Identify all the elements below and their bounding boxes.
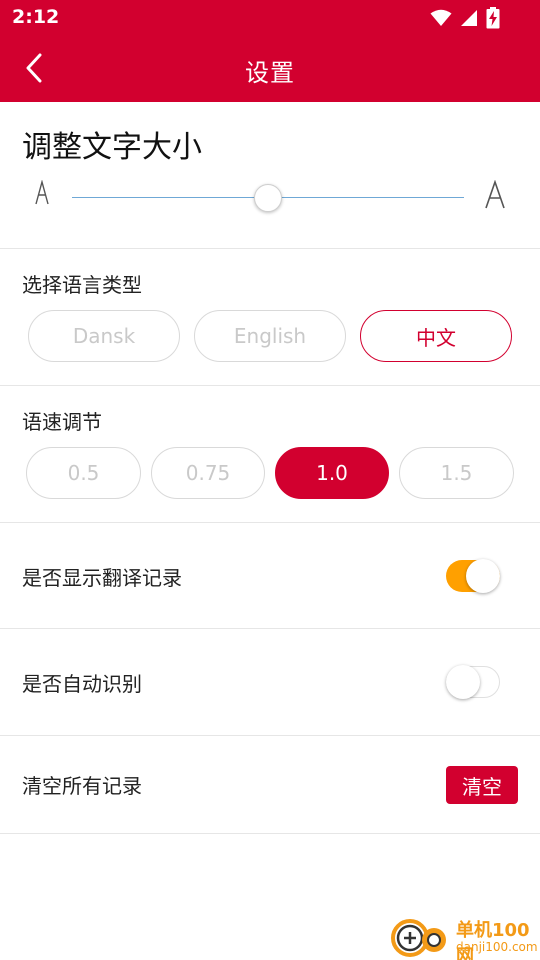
status-icons [430, 7, 500, 29]
speed-option-1-5[interactable]: 1.5 [399, 447, 514, 499]
language-option-english[interactable]: English [194, 310, 346, 362]
language-section: 选择语言类型 Dansk English 中文 [0, 249, 540, 386]
show-history-label: 是否显示翻译记录 [22, 566, 182, 590]
show-history-row: 是否显示翻译记录 [0, 523, 540, 629]
page-title: 设置 [245, 59, 295, 87]
font-size-slider-thumb[interactable] [254, 184, 282, 212]
clear-records-row: 清空所有记录 清空 [0, 736, 540, 834]
font-large-icon [484, 179, 506, 214]
app-bar: 设置 [0, 36, 540, 102]
font-size-title: 调整文字大小 [22, 130, 202, 165]
watermark-url: danji100.com [456, 940, 538, 954]
language-option-chinese[interactable]: 中文 [360, 310, 512, 362]
wifi-icon [430, 9, 452, 27]
battery-charging-icon [486, 7, 500, 29]
speed-option-0-75[interactable]: 0.75 [151, 447, 265, 499]
auto-detect-toggle[interactable] [446, 665, 500, 699]
auto-detect-row: 是否自动识别 [0, 629, 540, 736]
status-time: 2:12 [12, 6, 60, 28]
status-bar: 2:12 [0, 0, 540, 36]
auto-detect-label: 是否自动识别 [22, 672, 142, 696]
watermark: 单机100网 danji100.com [390, 914, 540, 960]
clear-button[interactable]: 清空 [446, 766, 518, 804]
speed-option-1-0[interactable]: 1.0 [275, 447, 389, 499]
font-small-icon [34, 179, 50, 210]
speed-option-0-5[interactable]: 0.5 [26, 447, 141, 499]
watermark-logo-icon [390, 916, 452, 960]
speed-section: 语速调节 0.5 0.75 1.0 1.5 [0, 386, 540, 523]
font-size-section: 调整文字大小 [0, 102, 540, 249]
language-label: 选择语言类型 [22, 273, 142, 297]
clear-records-label: 清空所有记录 [22, 774, 142, 798]
show-history-toggle[interactable] [446, 559, 500, 593]
language-option-dansk[interactable]: Dansk [28, 310, 180, 362]
speed-label: 语速调节 [22, 410, 102, 434]
signal-icon [460, 9, 478, 27]
